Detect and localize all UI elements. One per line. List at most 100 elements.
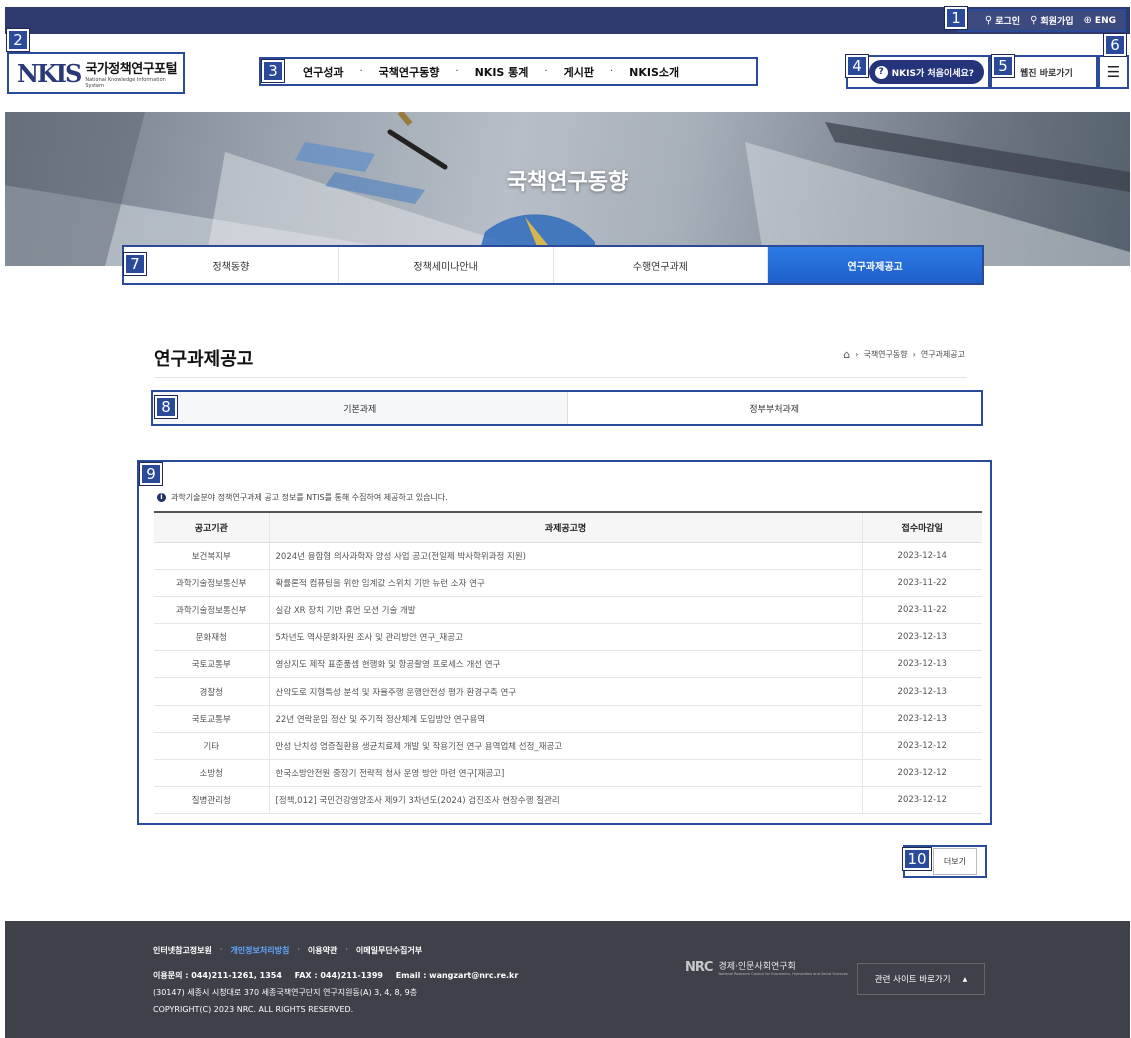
table-row[interactable]: 소방청 한국소방안전원 중장기 전략적 청사 운영 방안 마련 연구[재공고] 20… [154,759,982,788]
cell-org: 과학기술정보통신부 [154,569,269,597]
cell-title-link[interactable]: [정책,012] 국민건강영양조사 제9기 3차년도(2024) 검진조사 현장… [268,786,862,815]
user-icon: ⚲ [984,15,993,26]
cell-title-link[interactable]: 22년 연락운임 정산 및 주기적 정산체계 도입방안 연구용역 [268,705,862,733]
login-link[interactable]: ⚲ 로그인 [985,14,1020,27]
nav-item-stats[interactable]: NKIS 통계 [475,64,529,80]
column-header-org: 공고기관 [154,511,269,543]
cell-org: 과학기술정보통신부 [154,596,269,625]
tab-ministry-projects[interactable]: 정부부처과제 [566,392,982,424]
footer-address: (30147) 세종시 시청대로 370 세종국책연구단지 연구지원동(A) 3… [153,988,418,997]
cell-deadline: 2023-11-22 [861,596,982,625]
info-icon: i [157,493,166,502]
footer-link-email-policy[interactable]: 이메일무단수집거부 [356,945,422,956]
related-sites-dropdown[interactable]: 관련 사이트 바로가기 ▲ [857,963,985,995]
nrc-logo-mark: NRC [685,960,713,975]
cell-title-link[interactable]: 5차년도 역사문화자원 조사 및 관리방안 연구_재공고 [268,623,862,652]
annotation-badge-9: 9 [139,462,163,486]
nav-item-research[interactable]: 연구성과 [303,64,343,80]
cell-deadline: 2023-12-13 [861,623,982,652]
cell-deadline: 2023-12-14 [861,542,982,570]
hero-banner: 국책연구동향 [5,112,1130,266]
breadcrumb-item[interactable]: 국책연구동향 [863,349,907,360]
hero-title: 국책연구동향 [506,170,629,195]
signup-link[interactable]: ⚲ 회원가입 [1030,14,1073,27]
first-visit-help-button[interactable]: ? NKIS가 처음이세요? [868,60,984,84]
cell-deadline: 2023-11-22 [861,569,982,597]
nav-item-about[interactable]: NKIS소개 [629,64,679,80]
cell-org: 문화재청 [154,623,269,652]
annotation-badge-1: 1 [944,6,968,30]
cell-org: 국토교통부 [154,705,269,733]
footer-link-privacy[interactable]: 개인정보처리방침 [230,945,289,956]
tab-project-announcements[interactable]: 연구과제공고 [768,247,982,283]
table-row[interactable]: 국토교통부 영상지도 제작 표준품셈 현행화 및 항공촬영 프로세스 개선 연구 2… [154,650,982,679]
cell-org: 국토교통부 [154,650,269,679]
announcement-table: 공고기관 과제공고명 접수마감일 보건복지부 2024년 융합형 의사과학자 양성… [154,511,982,815]
footer-links: 인터넷참고정보원 · 개인정보처리방침 · 이용약관 · 이메일무단수집거부 [153,945,423,956]
menu-icon: ☰ [1106,63,1121,81]
nav-separator: · [609,66,614,77]
nrc-korean-name: 경제·인문사회연구회 [718,962,796,972]
nrc-english-name: National Research Council for Economics,… [718,972,848,976]
caret-up-icon: ▲ [962,975,968,983]
cell-deadline: 2023-12-13 [861,705,982,733]
tab-policy-seminar[interactable]: 정책세미나안내 [339,247,554,283]
nrc-logo: NRC 경제·인문사회연구회 National Research Council… [685,959,848,976]
divider [154,377,967,378]
nav-separator: · [455,66,459,77]
table-row[interactable]: 과학기술정보통신부 확률론적 컴퓨팅을 위한 임계값 스위치 기반 뉴런 소자 연… [154,569,982,597]
cell-title-link[interactable]: 2024년 융합형 의사과학자 양성 사업 공고(전일제 박사학위과정 지원) [268,542,862,570]
table-row[interactable]: 질병관리청 [정책,012] 국민건강영양조사 제9기 3차년도(2024) 검진… [154,786,982,815]
cell-title-link[interactable]: 확률론적 컴퓨팅을 위한 임계값 스위치 기반 뉴런 소자 연구 [268,569,862,597]
logo-subtitle: National Knowledge Information System [85,76,166,89]
tab-policy-trends[interactable]: 정책동향 [124,247,339,283]
logo-mark: NKIS [17,58,82,88]
site-logo[interactable]: NKIS 국가정책연구포털 National Knowledge Informa… [7,52,185,94]
cell-title-link[interactable]: 산악도로 지형특성 분석 및 자율주행 운행안전성 평가 환경구축 연구 [268,677,862,706]
announcement-table-section: i 과학기술분야 정책연구과제 공고 정보를 NTIS를 통해 수집하여 제공하… [137,460,992,825]
cell-title-link[interactable]: 만성 난치성 염증질환용 생균치료제 개발 및 작용기전 연구 용역업체 선정_… [268,732,862,761]
cell-deadline: 2023-12-12 [861,732,982,761]
table-row[interactable]: 보건복지부 2024년 융합형 의사과학자 양성 사업 공고(전일제 박사학위과정… [154,542,982,570]
more-button[interactable]: 더보기 [932,848,977,875]
cell-deadline: 2023-12-12 [861,759,982,788]
logo-title: 국가정책연구포털 [85,61,178,77]
table-row[interactable]: 기타 만성 난치성 염증질환용 생균치료제 개발 및 작용기전 연구 용역업체 선… [154,732,982,761]
footer-link-internet-info[interactable]: 인터넷참고정보원 [153,945,212,956]
cell-org: 보건복지부 [154,542,269,570]
cell-title-link[interactable]: 실감 XR 장치 기반 휴먼 모션 기술 개발 [268,596,862,625]
home-icon[interactable]: ⌂ [843,348,850,361]
nav-item-trends[interactable]: 국책연구동향 [379,64,440,80]
hamburger-menu-button[interactable]: ☰ [1098,55,1129,89]
footer-link-terms[interactable]: 이용약관 [308,945,337,956]
breadcrumb-current: 연구과제공고 [920,350,965,359]
cell-org: 기타 [154,732,269,761]
utility-links: ⚲ 로그인 ⚲ 회원가입 ⊕ ENG [956,9,1126,32]
cell-title-link[interactable]: 영상지도 제작 표준품셈 현행화 및 항공촬영 프로세스 개선 연구 [268,650,862,679]
annotation-badge-3: 3 [261,59,285,83]
table-header-row: 공고기관 과제공고명 접수마감일 [154,511,982,543]
annotation-badge-6: 6 [1103,33,1127,57]
footer-contact-info: 이용문의 : 044)211-1261, 1354 FAX : 044)211-… [153,967,518,1018]
notice-text: i 과학기술분야 정책연구과제 공고 정보를 NTIS를 통해 수집하여 제공하… [157,492,448,503]
annotation-badge-10: 10 [902,847,932,871]
cell-org: 경찰청 [154,677,269,706]
table-row[interactable]: 문화재청 5차년도 역사문화자원 조사 및 관리방안 연구_재공고 2023-12-… [154,623,982,652]
tab-ongoing-projects[interactable]: 수행연구과제 [554,247,769,283]
nav-item-board[interactable]: 게시판 [564,64,594,80]
user-plus-icon: ⚲ [1030,15,1038,26]
column-header-deadline: 접수마감일 [861,511,982,543]
language-link[interactable]: ⊕ ENG [1084,15,1116,26]
nav-separator: · [544,66,548,77]
globe-icon: ⊕ [1083,15,1092,26]
cell-title-link[interactable]: 한국소방안전원 중장기 전략적 청사 운영 방안 마련 연구[재공고] [268,759,862,788]
table-row[interactable]: 과학기술정보통신부 실감 XR 장치 기반 휴먼 모션 기술 개발 2023-11-… [154,596,982,625]
table-row[interactable]: 국토교통부 22년 연락운임 정산 및 주기적 정산체계 도입방안 연구용역 202… [154,705,982,733]
footer-email: Email : wangzart@nrc.re.kr [395,971,519,980]
annotation-badge-4: 4 [845,54,869,78]
table-row[interactable]: 경찰청 산악도로 지형특성 분석 및 자율주행 운행안전성 평가 환경구축 연구 2… [154,677,982,706]
sub-navigation-tabs: 정책동향 정책세미나안내 수행연구과제 연구과제공고 [122,245,984,285]
tab-basic-projects[interactable]: 기본과제 [153,392,567,424]
page-title: 연구과제공고 [154,349,254,370]
annotation-badge-7: 7 [123,252,147,276]
